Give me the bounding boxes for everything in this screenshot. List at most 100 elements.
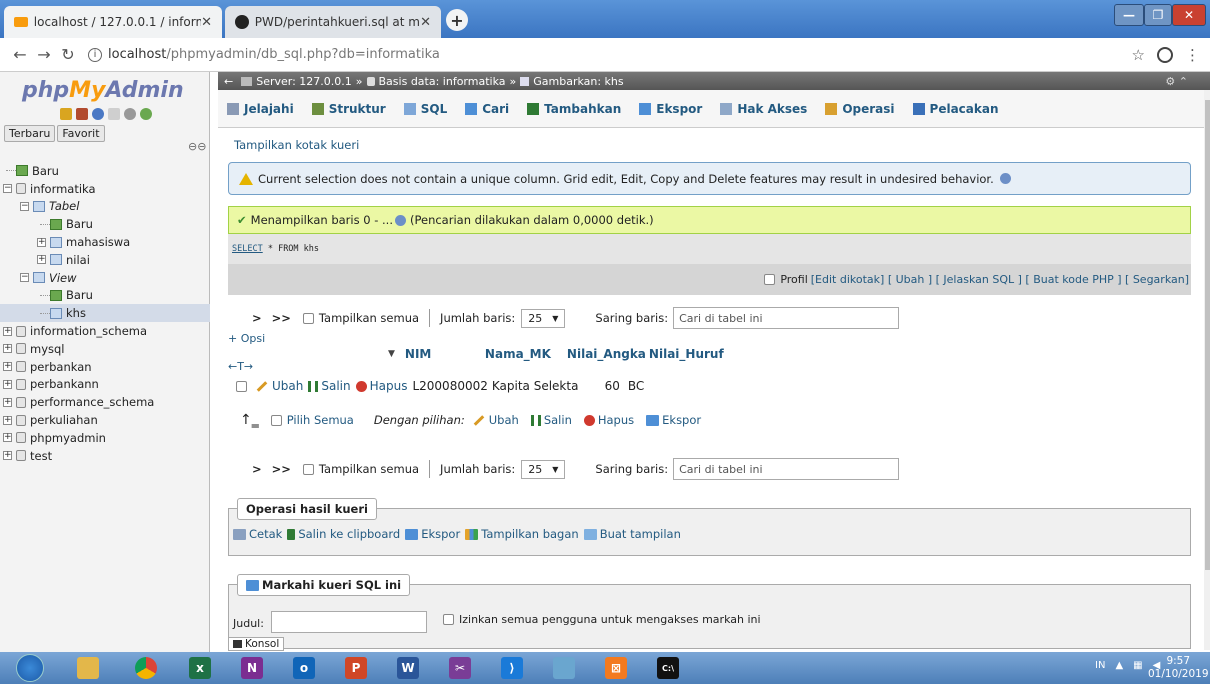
docs-icon[interactable] [108, 108, 120, 120]
row-checkbox[interactable] [236, 380, 247, 392]
show-all-checkbox[interactable] [302, 312, 314, 324]
taskbar-notepad[interactable] [538, 652, 590, 684]
check-all-checkbox[interactable] [270, 414, 282, 426]
tab-tracking[interactable]: Pelacakan [904, 98, 1008, 120]
help-icon[interactable] [394, 214, 406, 226]
help-icon[interactable] [999, 173, 1011, 184]
close-window-icon[interactable]: ✕ [1172, 4, 1206, 26]
language-indicator[interactable]: IN [1095, 660, 1105, 671]
expand-icon[interactable]: + [3, 344, 12, 354]
copy-clipboard-link[interactable]: Salin ke clipboard [287, 527, 400, 541]
expand-icon[interactable]: + [3, 415, 12, 425]
profile-checkbox[interactable] [764, 274, 776, 285]
pma-logo[interactable]: phpMyAdmin [22, 78, 184, 103]
tree-item[interactable]: + test [0, 447, 210, 465]
tab-sql[interactable]: SQL [395, 98, 457, 120]
taskbar-word[interactable]: W [382, 652, 434, 684]
bookmark-title-input[interactable] [271, 611, 427, 633]
exit-icon[interactable] [76, 108, 88, 120]
tree-item[interactable]: Baru [0, 287, 210, 305]
tree-item[interactable]: + phpmyadmin [0, 429, 210, 447]
filter-rows-input[interactable]: Cari di tabel ini [673, 307, 900, 329]
tab-github[interactable]: PWD/perintahkueri.sql at master ✕ [225, 6, 441, 38]
sort-dropdown-icon[interactable]: ▼ [388, 349, 395, 359]
expand-icon[interactable]: + [3, 451, 12, 461]
clock[interactable]: 9:57 01/10/2019 [1148, 655, 1209, 681]
new-tab-button[interactable]: + [446, 9, 468, 31]
tree-item[interactable]: + nilai [0, 251, 210, 269]
check-all-label[interactable]: Pilih Semua [287, 413, 354, 427]
tree-item[interactable]: − informatika [0, 180, 210, 198]
col-nilai-angka[interactable]: Nilai_Angka [567, 347, 649, 361]
taskbar-outlook[interactable]: o [278, 652, 330, 684]
collapse-icon[interactable]: − [3, 184, 12, 194]
show-query-box-link[interactable]: Tampilkan kotak kueri [234, 138, 359, 152]
tree-item[interactable]: + mahasiswa [0, 233, 210, 251]
tree-item[interactable]: + perbankan [0, 358, 210, 376]
tab-export[interactable]: Ekspor [630, 98, 711, 120]
create-view-link[interactable]: Buat tampilan [583, 527, 681, 541]
tab-phpmyadmin[interactable]: localhost / 127.0.0.1 / informatika ✕ [4, 6, 222, 38]
favorites-tab[interactable]: Favorit [57, 125, 105, 142]
next-page-button[interactable]: > [252, 311, 262, 325]
tab-operations[interactable]: Operasi [816, 98, 903, 120]
collapse-arrow-icon[interactable]: ← [224, 75, 233, 88]
expand-icon[interactable]: + [37, 237, 46, 247]
show-all-checkbox[interactable] [302, 463, 314, 475]
print-link[interactable]: Cetak [233, 527, 282, 541]
breadcrumb-server[interactable]: Server: 127.0.0.1 [256, 75, 352, 88]
taskbar-onenote[interactable]: N [226, 652, 278, 684]
expand-icon[interactable]: + [3, 326, 12, 336]
tab-privileges[interactable]: Hak Akses [711, 98, 816, 120]
breadcrumb-db[interactable]: Basis data: informatika [379, 75, 506, 88]
help-icon[interactable] [92, 108, 104, 120]
scrollbar-thumb[interactable] [1205, 100, 1210, 570]
batch-edit-button[interactable]: Ubah [489, 413, 519, 427]
forward-icon[interactable]: → [32, 45, 56, 64]
tab-structure[interactable]: Struktur [303, 98, 395, 120]
row-delete-link[interactable]: Hapus [370, 379, 408, 393]
sql-tool-links[interactable]: [Edit dikotak] [ Ubah ] [ Jelaskan SQL ]… [811, 273, 1189, 286]
settings-gear-icon[interactable]: ⚙ ⌃ [1165, 75, 1188, 88]
next-page-button[interactable]: > [252, 462, 262, 476]
tray-expand-icon[interactable]: ▲ [1115, 660, 1123, 671]
reload-nav-icon[interactable] [140, 108, 152, 120]
console-toggle[interactable]: Konsol [228, 637, 285, 651]
tab-search[interactable]: Cari [456, 98, 518, 120]
info-icon[interactable]: i [88, 47, 102, 62]
expand-icon[interactable]: + [3, 379, 12, 389]
col-nim[interactable]: NIM [405, 347, 465, 361]
tree-item[interactable]: − View [0, 269, 210, 287]
batch-export-button[interactable]: Ekspor [662, 413, 701, 427]
col-nilai-huruf[interactable]: Nilai_Huruf [649, 347, 724, 361]
expand-icon[interactable]: + [3, 362, 12, 372]
taskbar-vscode[interactable]: ⟩ [486, 652, 538, 684]
sql-keyword[interactable]: SELECT [232, 244, 263, 254]
tree-item[interactable]: + information_schema [0, 322, 210, 340]
tab-insert[interactable]: Tambahkan [518, 98, 630, 120]
tree-item[interactable]: Baru [0, 215, 210, 233]
tree-item[interactable]: + performance_schema [0, 393, 210, 411]
bookmark-star-icon[interactable]: ☆ [1132, 46, 1145, 64]
network-icon[interactable]: ▦ [1133, 660, 1142, 671]
col-nama-mk[interactable]: Nama_MK [485, 347, 567, 361]
batch-delete-button[interactable]: Hapus [598, 413, 634, 427]
link-icon[interactable]: ⊖⊖ [188, 140, 206, 153]
close-tab-icon[interactable]: ✕ [420, 15, 431, 30]
start-button[interactable] [4, 652, 56, 684]
collapse-icon[interactable]: − [20, 273, 29, 283]
row-copy-link[interactable]: Salin [321, 379, 350, 393]
settings-icon[interactable] [124, 108, 136, 120]
tree-item[interactable]: khs [0, 304, 210, 323]
tree-item[interactable]: + perkuliahan [0, 411, 210, 429]
expand-icon[interactable]: + [37, 255, 46, 265]
chart-link[interactable]: Tampilkan bagan [465, 527, 579, 541]
account-icon[interactable] [1157, 46, 1173, 63]
taskbar-snipping[interactable]: ✂ [434, 652, 486, 684]
taskbar-xampp[interactable]: ⊠ [590, 652, 642, 684]
batch-copy-button[interactable]: Salin [544, 413, 572, 427]
rows-select[interactable]: 25 ▼ [521, 459, 566, 479]
last-page-button[interactable]: >> [272, 311, 291, 325]
taskbar-powerpoint[interactable]: P [330, 652, 382, 684]
reload-icon[interactable]: ↻ [56, 45, 80, 64]
